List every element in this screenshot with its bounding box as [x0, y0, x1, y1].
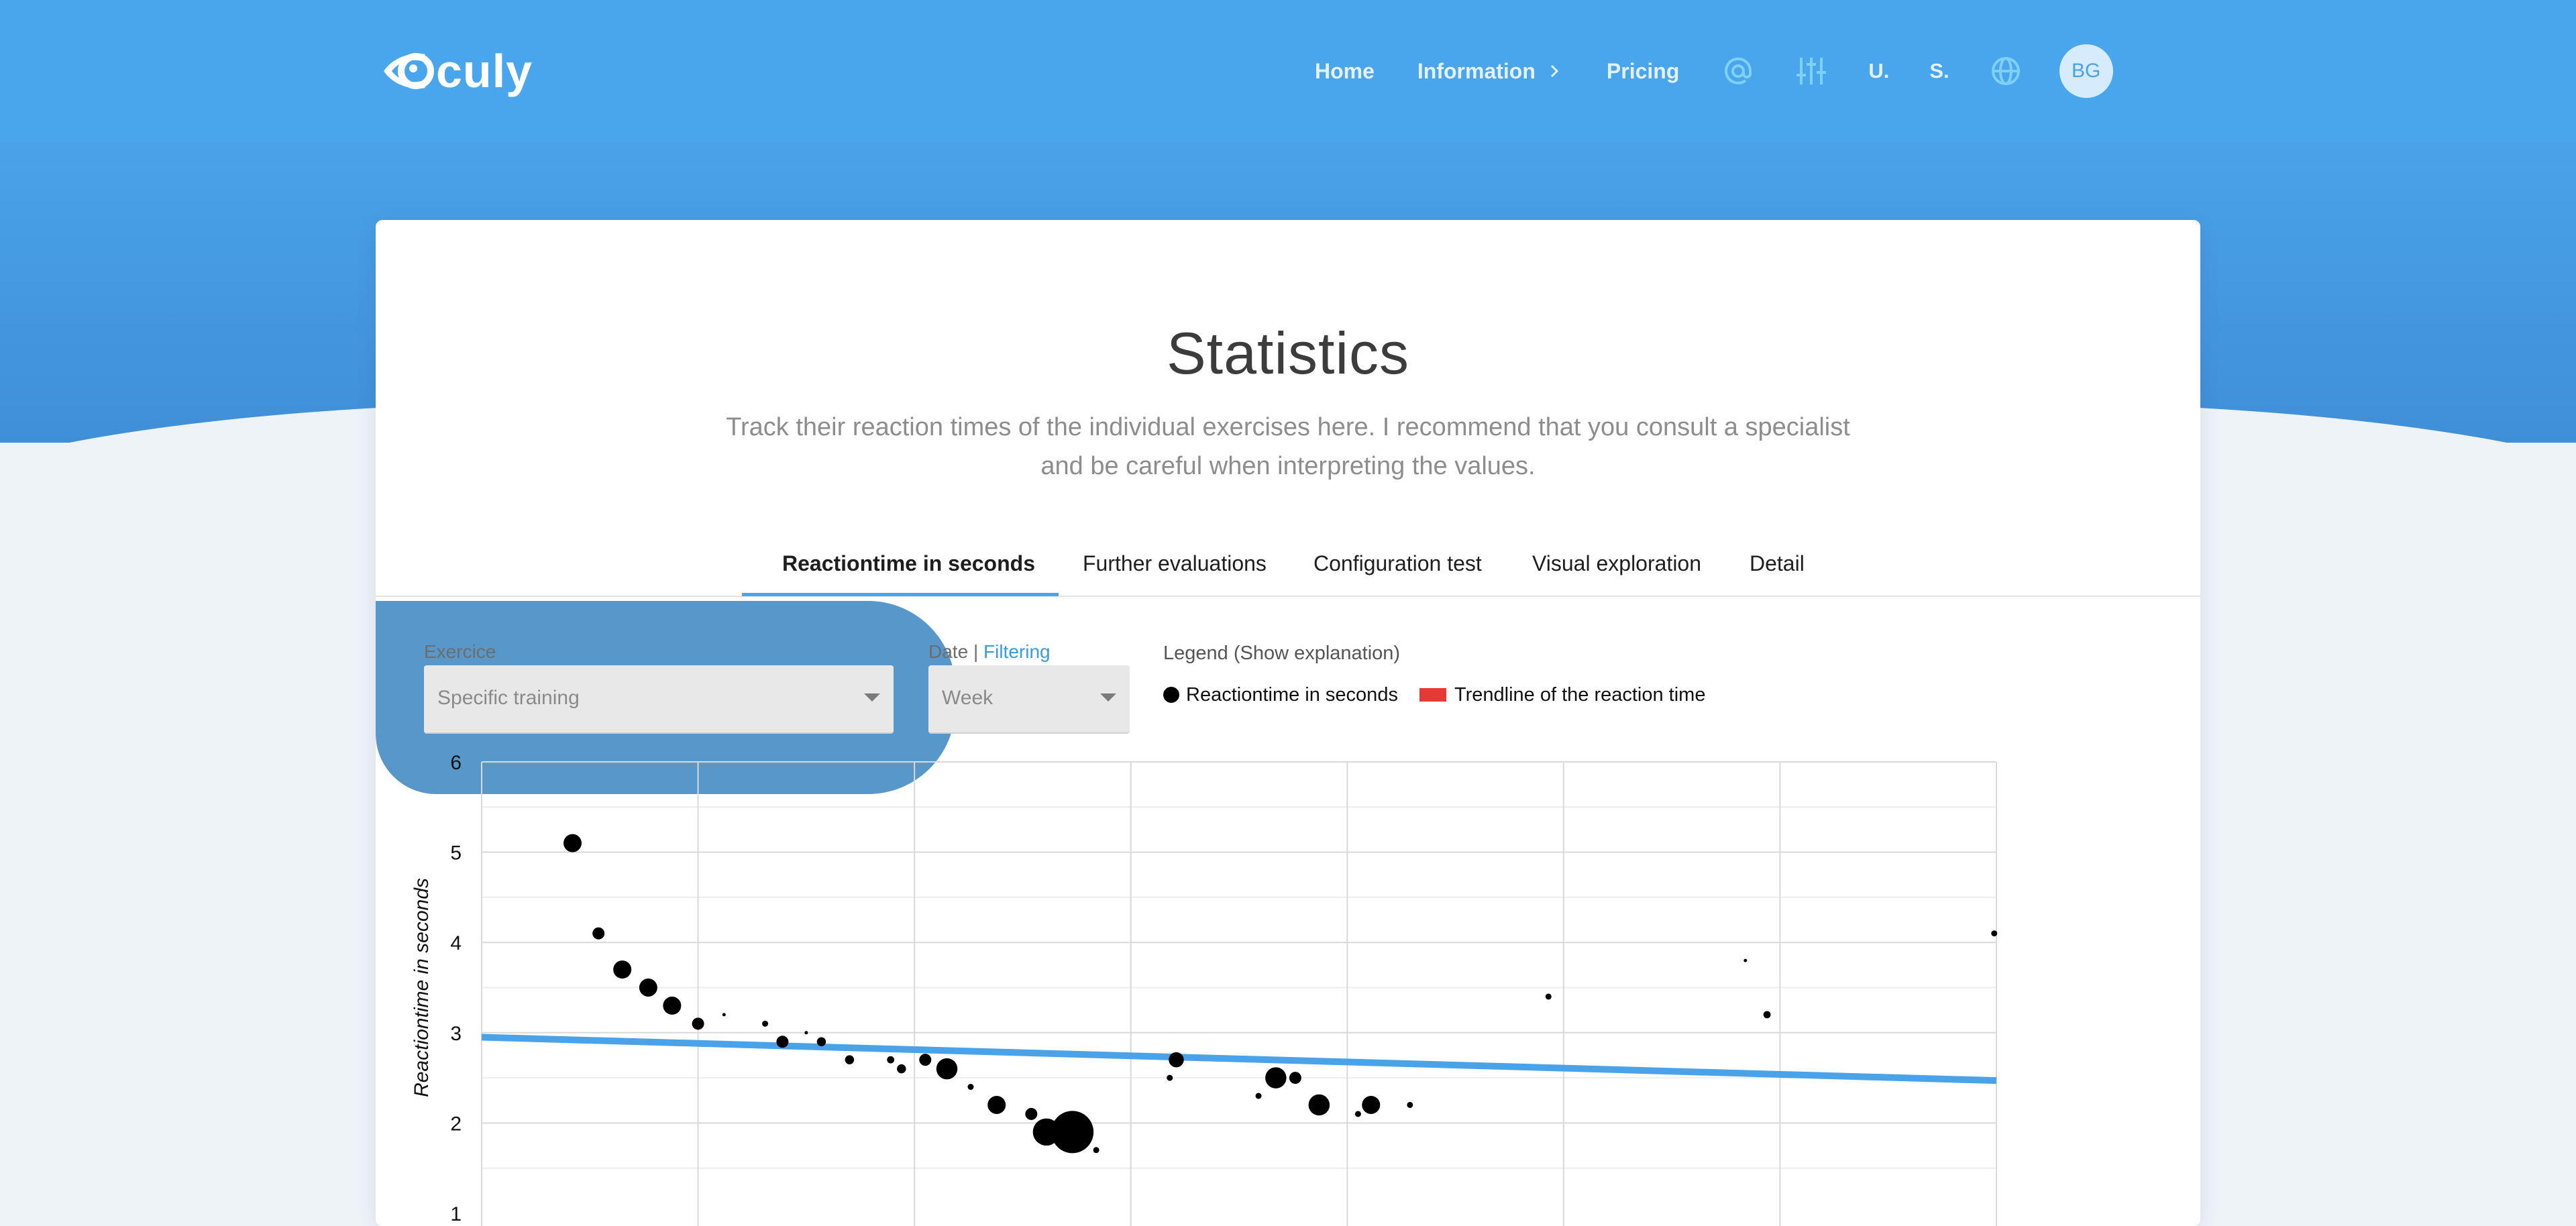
tab-detail[interactable]: Detail	[1750, 551, 1805, 594]
sliders-icon[interactable]	[1794, 55, 1828, 87]
data-point[interactable]	[897, 1064, 906, 1074]
data-point[interactable]	[1763, 1011, 1771, 1019]
data-point[interactable]	[1265, 1067, 1287, 1089]
data-point[interactable]	[1289, 1072, 1301, 1084]
navbar: culy Home Information Pricing U. S. BG	[0, 0, 2576, 142]
nav-home[interactable]: Home	[1315, 59, 1375, 84]
data-point[interactable]	[919, 1054, 932, 1066]
data-point[interactable]	[1362, 1095, 1381, 1114]
data-point[interactable]	[1354, 1111, 1361, 1117]
tab-further-evaluations[interactable]: Further evaluations	[1083, 551, 1267, 594]
nav-information[interactable]: Information	[1417, 59, 1564, 84]
y-axis-label: Reactiontime in seconds	[411, 878, 433, 1097]
user-avatar[interactable]: BG	[2059, 44, 2113, 98]
legend-points-label: Reactiontime in seconds	[1186, 683, 1398, 706]
exercise-select-value: Specific training	[437, 687, 580, 709]
chart-legend: Reactiontime in seconds Trendline of the…	[1163, 683, 1705, 707]
data-point[interactable]	[1743, 958, 1748, 962]
subtitle-line-2: and be careful when interpreting the val…	[1040, 452, 1536, 480]
nav-language-u[interactable]: U.	[1868, 59, 1889, 83]
data-point[interactable]	[987, 1095, 1006, 1114]
statistics-card: Statistics Track their reaction times of…	[376, 220, 2200, 1226]
nav-language-s[interactable]: S.	[1929, 59, 1949, 83]
y-tick-label: 2	[450, 1113, 462, 1135]
date-separator: |	[973, 641, 979, 662]
at-sign-icon[interactable]	[1722, 55, 1754, 87]
y-tick-label: 3	[450, 1023, 462, 1045]
data-point[interactable]	[613, 960, 632, 979]
legend-trend-label: Trendline of the reaction time	[1454, 683, 1706, 706]
data-point[interactable]	[563, 834, 582, 852]
tab-configuration-test[interactable]: Configuration test	[1313, 551, 1482, 594]
y-tick-label: 1	[450, 1203, 462, 1225]
date-label: Date	[928, 641, 969, 662]
data-point[interactable]	[887, 1056, 895, 1064]
legend-point-marker	[1163, 687, 1179, 703]
data-point[interactable]	[663, 996, 682, 1015]
data-point[interactable]	[936, 1058, 958, 1080]
data-point[interactable]	[967, 1084, 974, 1091]
exercise-select[interactable]: Specific training	[424, 665, 894, 734]
data-point[interactable]	[1308, 1094, 1330, 1116]
chevron-down-icon	[864, 693, 880, 702]
data-point[interactable]	[1991, 930, 1998, 937]
chevron-down-icon	[1100, 693, 1116, 702]
subtitle-line-1: Track their reaction times of the indivi…	[726, 413, 1850, 441]
chevron-right-icon	[1550, 64, 1559, 78]
data-point[interactable]	[1545, 993, 1552, 1000]
data-point[interactable]	[722, 1013, 726, 1017]
y-tick-label: 4	[450, 932, 462, 954]
data-point[interactable]	[1255, 1093, 1262, 1099]
tab-reactiontime[interactable]: Reactiontime in seconds	[782, 551, 1035, 594]
data-point[interactable]	[1169, 1052, 1184, 1068]
legend-trend-marker	[1419, 688, 1446, 702]
filtering-link[interactable]: Filtering	[983, 641, 1051, 662]
globe-icon[interactable]	[1990, 55, 2022, 87]
date-filter-label: Date | Filtering	[928, 641, 1051, 663]
data-point[interactable]	[1093, 1147, 1099, 1154]
data-point[interactable]	[1167, 1074, 1173, 1081]
data-point[interactable]	[762, 1020, 769, 1027]
data-point[interactable]	[639, 979, 657, 997]
data-point[interactable]	[1025, 1107, 1038, 1120]
data-point[interactable]	[592, 927, 605, 940]
y-tick-label: 6	[450, 752, 462, 774]
page-subtitle: Track their reaction times of the indivi…	[684, 408, 1892, 486]
nav-pricing[interactable]: Pricing	[1607, 59, 1679, 84]
data-point[interactable]	[816, 1037, 826, 1047]
data-point[interactable]	[1407, 1101, 1413, 1108]
reaction-time-chart: 6 5 4 3 2 1 Reactiontime in seconds	[411, 752, 1998, 1226]
period-select-value: Week	[942, 687, 994, 709]
period-select[interactable]: Week	[928, 665, 1130, 734]
data-point[interactable]	[692, 1017, 704, 1030]
data-point[interactable]	[804, 1031, 808, 1035]
exercise-label: Exercice	[424, 641, 496, 662]
trendline	[481, 1034, 1997, 1084]
page-title: Statistics	[1166, 320, 1410, 386]
y-tick-label: 5	[450, 842, 462, 865]
data-point[interactable]	[1051, 1111, 1094, 1154]
brand-logo[interactable]: culy	[381, 43, 533, 99]
active-tab-indicator	[742, 593, 1059, 596]
legend-title[interactable]: Legend (Show explanation)	[1163, 643, 1400, 665]
brand-name: culy	[436, 45, 533, 97]
nav-information-label: Information	[1417, 58, 1536, 83]
data-point[interactable]	[776, 1036, 789, 1048]
eye-logo-icon	[384, 53, 434, 89]
data-point[interactable]	[845, 1055, 855, 1064]
tab-visual-exploration[interactable]: Visual exploration	[1532, 551, 1701, 594]
tab-bar: Reactiontime in seconds Further evaluati…	[376, 551, 2200, 597]
nav-menu: Home Information Pricing U. S. BG	[1315, 44, 2113, 98]
